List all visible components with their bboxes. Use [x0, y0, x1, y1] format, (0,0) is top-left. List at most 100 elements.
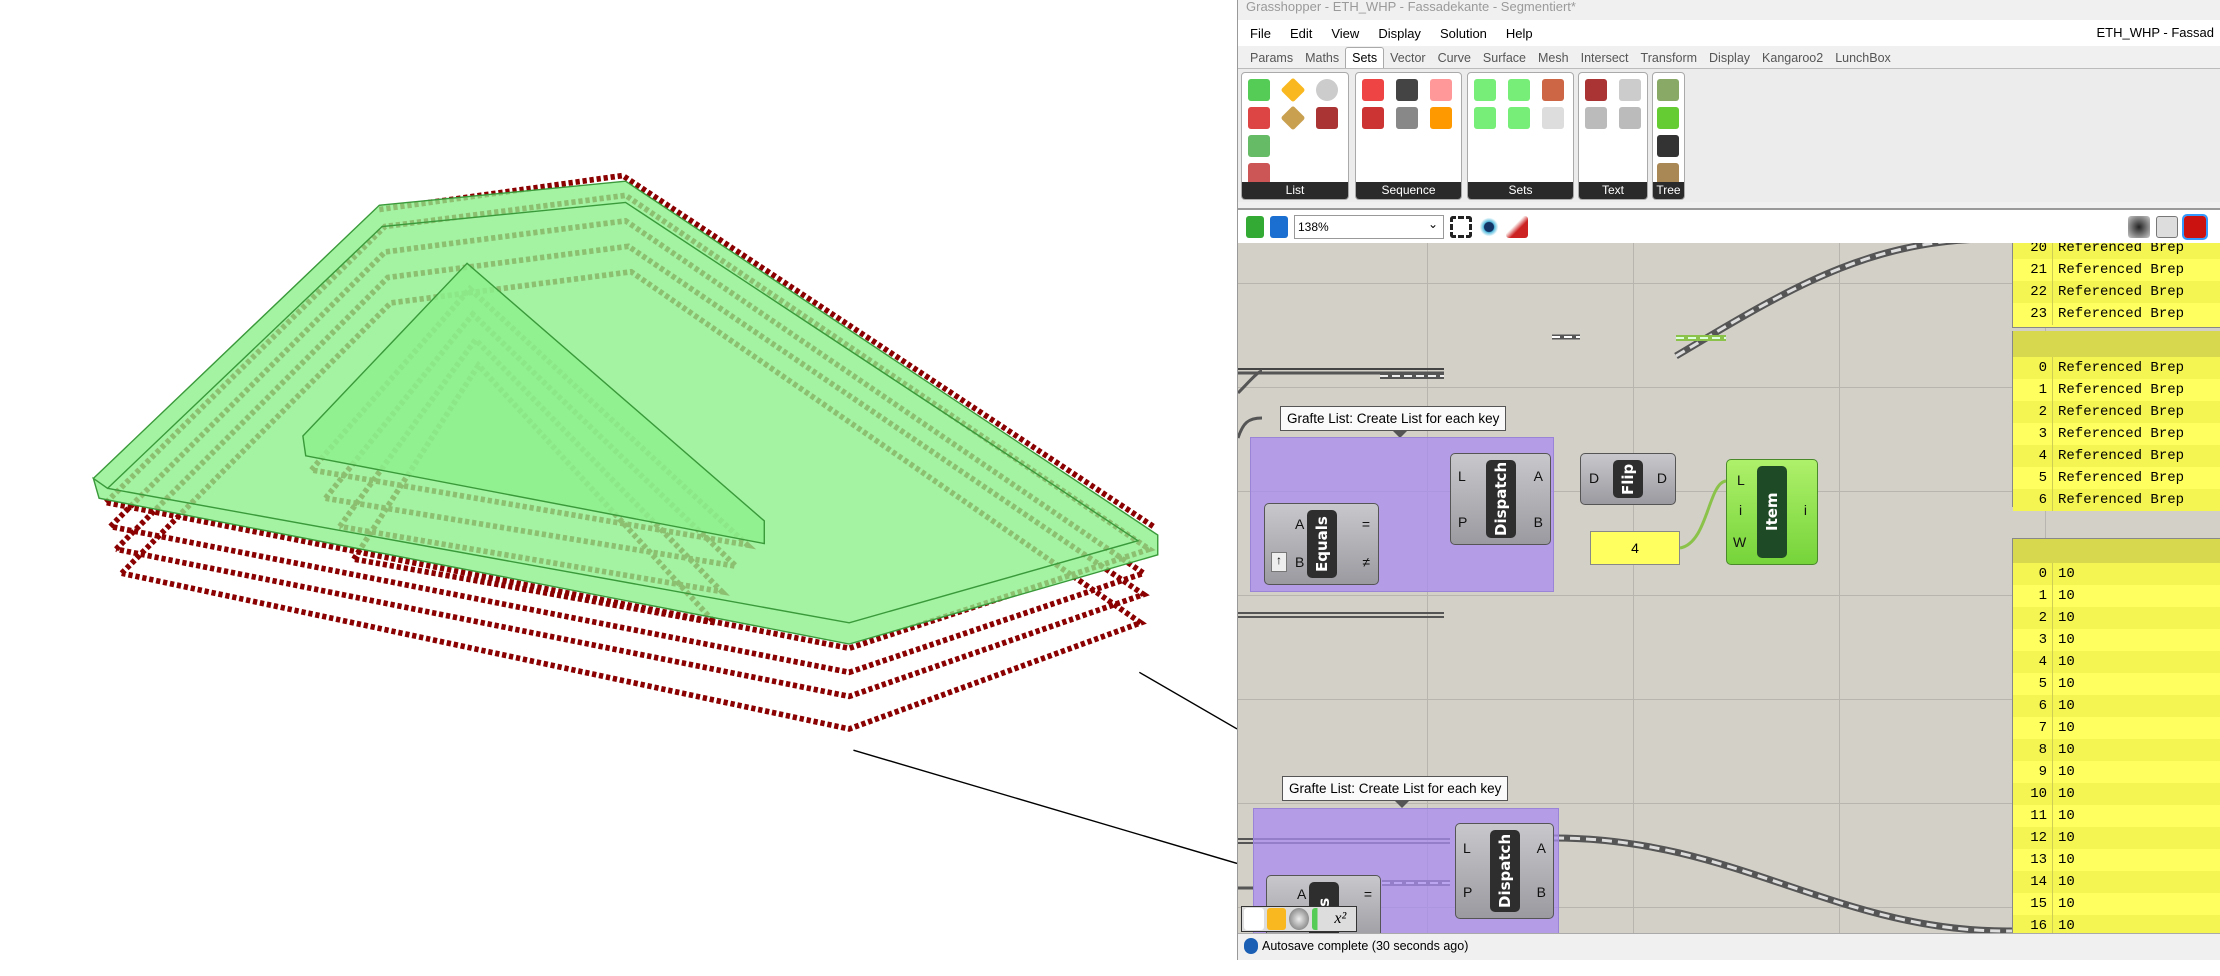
panel-branch-header [2013, 331, 2220, 357]
port-label: W [1733, 534, 1747, 550]
set-intersection-icon[interactable] [1508, 79, 1530, 101]
panel-row: 6 Referenced Brep [2013, 489, 2220, 511]
subset-icon[interactable] [1508, 107, 1530, 129]
flatten-tree-icon[interactable] [1657, 79, 1679, 101]
text-fragment-icon[interactable] [1585, 107, 1607, 129]
range-icon[interactable] [1396, 79, 1418, 101]
tab-display[interactable]: Display [1703, 48, 1756, 68]
tab-surface[interactable]: Surface [1477, 48, 1532, 68]
graph-icon[interactable] [1266, 908, 1287, 930]
panel-row: 22 Referenced Brep [2013, 281, 2220, 303]
tab-transform[interactable]: Transform [1635, 48, 1704, 68]
count-panel[interactable]: 0 10 1 10 2 10 3 10 4 10 5 10 6 10 7 10 8 10 9 10 10 10 11 10 12… [2012, 538, 2220, 933]
tab-sets[interactable]: Sets [1345, 47, 1385, 68]
dispatch-component[interactable]: Dispatch L P A B [1450, 453, 1551, 545]
tab-mesh[interactable]: Mesh [1532, 48, 1575, 68]
list-item-component[interactable]: Item L i W i [1726, 459, 1818, 565]
menu-file[interactable]: File [1250, 26, 1271, 41]
list-item-icon[interactable] [1280, 77, 1306, 103]
expression-icon[interactable]: x² [1334, 908, 1354, 930]
wire [1674, 243, 1972, 360]
row-index: 6 [2013, 695, 2053, 717]
cull-pattern-icon[interactable] [1362, 107, 1384, 129]
rhino-viewport[interactable] [0, 0, 1238, 971]
list-length-icon[interactable] [1248, 79, 1270, 101]
member-index-icon[interactable] [1542, 79, 1564, 101]
ribbon-group-label[interactable]: List [1242, 182, 1348, 199]
ribbon-group-label[interactable]: Sets [1468, 182, 1573, 199]
curve-icon[interactable] [1244, 908, 1264, 930]
tab-intersect[interactable]: Intersect [1575, 48, 1635, 68]
tab-params[interactable]: Params [1244, 48, 1299, 68]
tab-maths[interactable]: Maths [1299, 48, 1345, 68]
zoom-dropdown[interactable]: 138% [1294, 213, 1444, 239]
panel-row: 2 Referenced Brep [2013, 401, 2220, 423]
grasshopper-canvas[interactable]: Grafte List: Create List for each key Di… [1238, 243, 2220, 933]
zoom-extents-icon[interactable] [1450, 215, 1472, 238]
cull-index-icon[interactable] [1362, 79, 1384, 101]
panel-row: 4 10 [2013, 651, 2220, 673]
ribbon: List Sequence Sets Text Tree [1238, 68, 2220, 202]
viewport-geometry [92, 172, 1238, 865]
preview-eye-icon[interactable] [1478, 215, 1500, 238]
brep-panel[interactable]: 20 Referenced Brep 21 Referenced Brep 22 Refe… [2012, 243, 2220, 328]
spiral-icon[interactable] [1289, 908, 1309, 930]
sort-list-icon[interactable] [1248, 135, 1270, 157]
sort-icon[interactable] [1311, 908, 1332, 930]
series-icon[interactable] [1396, 107, 1418, 129]
ribbon-group-label[interactable]: Tree [1653, 182, 1684, 199]
key-value-icon[interactable] [1542, 107, 1564, 129]
dispatch-component[interactable]: Dispatch L P A B [1455, 823, 1554, 919]
save-file-icon[interactable] [1270, 215, 1288, 238]
equals-component[interactable]: Equals A B = ≠ ↑ [1264, 503, 1379, 585]
row-index: 1 [2013, 585, 2053, 607]
component-tabs: Params Maths Sets Vector Curve Surface Mesh Int… [1238, 46, 2220, 68]
tab-lunchbox[interactable]: LunchBox [1829, 48, 1897, 68]
graft-tree-icon[interactable] [1657, 107, 1679, 129]
simplify-tree-icon[interactable] [1657, 135, 1679, 157]
ribbon-group-label[interactable]: Sequence [1356, 182, 1461, 199]
document-name[interactable]: ETH_WHP - Fassad [2096, 25, 2214, 40]
shift-list-icon[interactable] [1248, 107, 1270, 129]
preview-shaded-icon[interactable] [2156, 215, 2178, 238]
sketch-pen-icon[interactable] [1506, 215, 1528, 238]
panel-row: 1 Referenced Brep [2013, 379, 2220, 401]
text-replace-icon[interactable] [1619, 79, 1641, 101]
row-index: 7 [2013, 717, 2053, 739]
random-icon[interactable] [1430, 79, 1452, 101]
brep-panel-lower[interactable]: 0 Referenced Brep 1 Referenced Brep 2 Referen… [2012, 331, 2220, 511]
preview-wireframe-icon[interactable] [2128, 215, 2150, 238]
jitter-icon[interactable] [1430, 107, 1452, 129]
row-value: Referenced Brep [2058, 360, 2185, 376]
flip-component[interactable]: Flip D D [1580, 453, 1676, 505]
row-index: 12 [2013, 827, 2053, 849]
tab-kangaroo2[interactable]: Kangaroo2 [1756, 48, 1829, 68]
partition-icon[interactable] [1316, 79, 1338, 101]
menu-solution[interactable]: Solution [1440, 26, 1487, 41]
menu-help[interactable]: Help [1506, 26, 1533, 41]
row-index: 21 [2013, 259, 2053, 281]
set-difference-icon[interactable] [1474, 107, 1496, 129]
set-union-icon[interactable] [1474, 79, 1496, 101]
component-name: Equals [1306, 510, 1337, 578]
row-index: 22 [2013, 281, 2053, 303]
open-file-icon[interactable] [1246, 215, 1264, 238]
preview-selected-icon[interactable] [2182, 213, 2208, 240]
menu-display[interactable]: Display [1378, 26, 1421, 41]
flatten-arrow-icon[interactable]: ↑ [1271, 552, 1287, 572]
menu-edit[interactable]: Edit [1290, 26, 1312, 41]
sub-list-icon[interactable] [1280, 105, 1306, 131]
text-split-icon[interactable] [1585, 79, 1607, 101]
row-value: 10 [2058, 874, 2075, 890]
row-value: Referenced Brep [2058, 243, 2185, 256]
menu-view[interactable]: View [1331, 26, 1359, 41]
split-list-icon[interactable] [1316, 107, 1338, 129]
tab-curve[interactable]: Curve [1432, 48, 1477, 68]
tab-vector[interactable]: Vector [1384, 48, 1431, 68]
port-label: B [1533, 514, 1543, 530]
number-panel[interactable]: 4 [1590, 531, 1680, 565]
wire [1679, 479, 1727, 550]
ribbon-group-label[interactable]: Text [1579, 182, 1647, 199]
panel-row: 0 10 [2013, 563, 2220, 585]
sort-text-icon[interactable] [1619, 107, 1641, 129]
